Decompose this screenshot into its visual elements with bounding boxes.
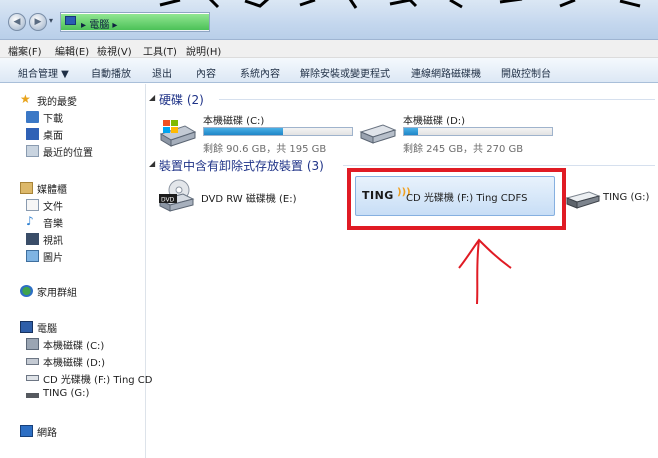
drive-e-name: DVD RW 磁碟機 (E:) [201,194,297,205]
highlight-annotation-box [347,168,566,230]
drive-c-name: 本機磁碟 (C:) [203,116,265,127]
nav-homegroup[interactable]: 家用群組 [0,283,140,299]
drive-g-name: TING (G:) [603,192,650,203]
nav-item-drive-f[interactable]: CD 光碟機 (F:) Ting CD [0,370,153,386]
collapse-arrow-icon: ◢ [149,159,156,168]
drive-c-usage-fill [204,128,284,135]
cd-drive-icon [26,375,39,381]
drive-d[interactable]: 本機磁碟 (D:) 剩餘 245 GB，共 270 GB [357,110,555,155]
pictures-icon [26,250,39,262]
handdrawn-arrow-annotation [458,238,512,305]
autoplay-button[interactable]: 自動播放 [91,65,131,80]
organize-button[interactable]: 組合管理 ▼ [18,65,69,80]
nav-item-downloads[interactable]: 下載 [0,109,140,125]
documents-icon [26,199,39,211]
drive-c[interactable]: 本機磁碟 (C:) 剩餘 90.6 GB，共 195 GB [157,110,355,155]
group-header-removable[interactable]: ◢ 裝置中含有卸除式存放裝置 (3) [147,157,347,173]
nav-item-drive-c[interactable]: 本機磁碟 (C:) [0,336,146,352]
menu-bar: 檔案(F) 編輯(E) 檢視(V) 工具(T) 說明(H) [0,40,658,58]
drive-d-usage-bar [403,127,553,136]
star-icon: ★ [20,92,31,106]
back-button[interactable]: ◀ [8,13,26,31]
drive-d-usage-fill [404,128,418,135]
drive-c-free-space: 剩餘 90.6 GB，共 195 GB [203,144,327,155]
nav-item-videos[interactable]: 視訊 [0,231,140,247]
open-control-panel-button[interactable]: 開啟控制台 [501,65,551,80]
forward-arrow-icon: ▶ [34,17,42,27]
group-divider [219,99,655,100]
drive-e[interactable]: DVD DVD RW 磁碟機 (E:) [157,176,347,216]
menu-tools[interactable]: 工具(T) [143,43,177,58]
music-icon: ♪ [26,214,34,228]
nav-computer[interactable]: 電腦 [0,319,140,335]
menu-view[interactable]: 檢視(V) [97,43,132,58]
videos-icon [26,233,39,245]
nav-item-recent-places[interactable]: 最近的位置 [0,143,140,159]
group-divider [343,165,655,166]
content-pane: ◢ 硬碟 (2) 本機磁碟 (C:) 剩餘 90.6 GB，共 195 GB 本… [147,84,658,458]
address-bar[interactable]: ▸ 電腦 ▸ [60,12,210,32]
map-network-drive-button[interactable]: 連線網路磁碟機 [411,65,481,80]
usb-drive-icon [565,191,601,209]
navigation-pane: ★ 我的最愛 下載 桌面 最近的位置 媒體櫃 文件 ♪ 音樂 視訊 圖片 家用群… [0,84,153,458]
hard-drive-icon [359,124,397,144]
hard-drive-icon [26,358,39,365]
drive-g[interactable]: TING (G:) [565,184,658,214]
breadcrumb-computer[interactable]: 電腦 [89,20,109,31]
nav-item-drive-d[interactable]: 本機磁碟 (D:) [0,353,146,369]
svg-text:DVD: DVD [161,197,175,204]
nav-item-drive-g[interactable]: TING (G:) [0,387,146,403]
forward-button[interactable]: ▶ [29,13,47,31]
libraries-icon [20,182,33,194]
recent-pages-dropdown[interactable]: ▾ [49,16,53,25]
command-bar: 組合管理 ▼ 自動播放 退出 內容 系統內容 解除安裝或變更程式 連線網路磁碟機… [0,58,658,83]
nav-item-documents[interactable]: 文件 [0,197,140,213]
computer-icon [65,16,76,25]
nav-network[interactable]: 網路 [0,423,140,439]
drive-c-usage-bar [203,127,353,136]
eject-button[interactable]: 退出 [152,65,172,80]
handwritten-annotation [159,0,641,9]
computer-icon [20,321,33,333]
nav-item-music[interactable]: ♪ 音樂 [0,214,140,230]
menu-help[interactable]: 說明(H) [186,43,221,58]
drive-d-free-space: 剩餘 245 GB，共 270 GB [403,144,524,155]
menu-edit[interactable]: 編輯(E) [55,43,89,58]
collapse-arrow-icon: ◢ [149,93,156,102]
nav-item-pictures[interactable]: 圖片 [0,248,140,264]
usb-drive-icon [26,393,39,398]
system-properties-button[interactable]: 系統內容 [240,65,280,80]
title-bar: ◀ ▶ ▾ ▸ 電腦 ▸ [0,0,658,40]
uninstall-program-button[interactable]: 解除安裝或變更程式 [300,65,390,80]
recent-places-icon [26,145,39,157]
windows-drive-icon [26,338,39,350]
homegroup-icon [20,285,33,297]
dvd-drive-icon: DVD [158,179,195,212]
back-arrow-icon: ◀ [13,17,21,27]
windows-drive-icon [159,120,197,147]
properties-button[interactable]: 內容 [196,65,216,80]
network-icon [20,425,33,437]
desktop-icon [26,128,39,140]
drive-d-name: 本機磁碟 (D:) [403,116,466,127]
menu-file[interactable]: 檔案(F) [8,43,42,58]
nav-favorites[interactable]: ★ 我的最愛 [0,92,140,108]
nav-item-desktop[interactable]: 桌面 [0,126,140,142]
downloads-icon [26,111,39,123]
nav-libraries[interactable]: 媒體櫃 [0,180,140,196]
